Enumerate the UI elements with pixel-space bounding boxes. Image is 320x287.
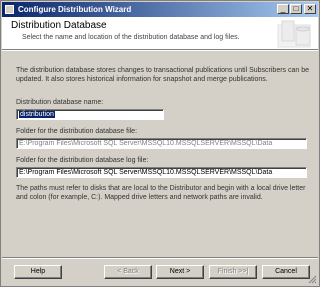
back-button-label: < Back [117, 268, 139, 275]
header-divider [2, 49, 318, 51]
wizard-window: Configure Distribution Wizard _ □ ✕ Dist… [0, 0, 320, 287]
log-folder-label: Folder for the distribution database log… [16, 157, 149, 164]
description-text: The distribution database stores changes… [16, 67, 310, 83]
cancel-button[interactable]: Cancel [262, 265, 310, 279]
page-subtitle: Select the name and location of the dist… [22, 34, 240, 41]
finish-button[interactable]: Finish >>| [209, 265, 257, 279]
db-name-input[interactable]: distribution [16, 109, 164, 120]
next-button-label: Next > [169, 268, 191, 275]
db-name-value: distribution [19, 111, 55, 118]
resize-grip-icon[interactable] [307, 274, 317, 284]
close-button[interactable]: ✕ [304, 4, 316, 14]
log-folder-input[interactable]: E:\Program Files\Microsoft SQL Server\MS… [16, 167, 307, 178]
maximize-button[interactable]: □ [290, 4, 302, 14]
database-server-graphic [277, 20, 311, 48]
page-title: Distribution Database [11, 20, 107, 31]
help-button-label: Help [30, 268, 46, 275]
minimize-button[interactable]: _ [277, 4, 289, 14]
wizard-header: Distribution Database Select the name an… [2, 17, 318, 49]
db-name-label: Distribution database name: [16, 99, 104, 106]
title-bar[interactable]: Configure Distribution Wizard _ □ ✕ [2, 2, 318, 17]
path-note-text: The paths must refer to disks that are l… [16, 185, 306, 201]
cancel-button-label: Cancel [275, 268, 297, 275]
window-title: Configure Distribution Wizard [18, 5, 132, 14]
db-folder-label: Folder for the distribution database fil… [16, 128, 138, 135]
back-button[interactable]: < Back [104, 265, 152, 279]
next-button[interactable]: Next > [156, 265, 204, 279]
wizard-app-icon [5, 5, 14, 14]
finish-button-label: Finish >>| [217, 268, 249, 275]
help-button[interactable]: Help [14, 265, 62, 279]
footer-divider [2, 257, 318, 259]
db-folder-input[interactable]: E:\Program Files\Microsoft SQL Server\MS… [16, 138, 307, 149]
